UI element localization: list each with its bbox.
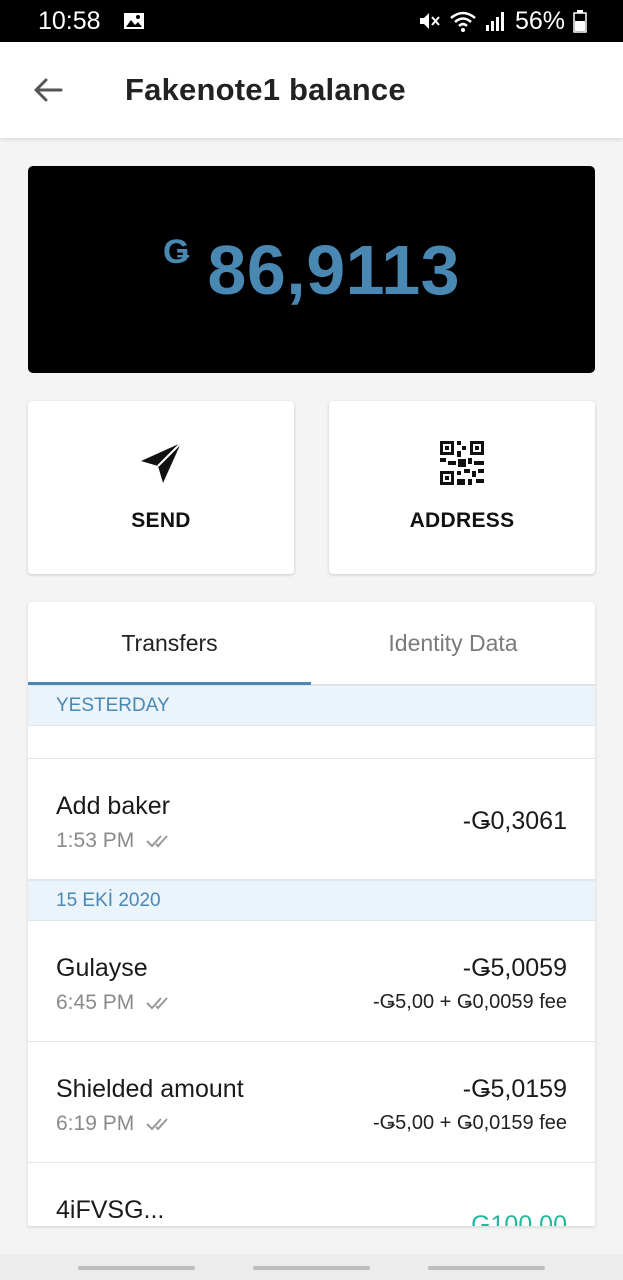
balance-amount: 86,9113	[207, 230, 461, 309]
transfer-name: Add baker	[56, 792, 170, 820]
nav-home-button[interactable]	[253, 1266, 370, 1270]
arrow-left-icon	[34, 78, 63, 102]
transfer-time: 6:45 PM	[56, 991, 174, 1015]
currency-symbol: Ǥ	[162, 233, 190, 271]
address-label: ADDRESS	[409, 509, 515, 532]
transfer-name: Shielded amount	[56, 1075, 244, 1103]
transfer-time: 1:53 PM	[56, 829, 174, 853]
list-item[interactable]: Shielded amount 6:19 PM -Ǥ5,0159 -Ǥ5,00 …	[28, 1042, 595, 1163]
mute-icon	[417, 9, 441, 33]
transfer-fee: -Ǥ5,00 + Ǥ0,0159 fee	[372, 1112, 567, 1134]
address-button[interactable]: ADDRESS	[329, 401, 595, 574]
back-button[interactable]	[30, 74, 66, 106]
send-label: SEND	[131, 509, 191, 532]
wifi-icon	[449, 9, 477, 33]
status-time: 10:58	[38, 6, 101, 35]
double-check-icon	[146, 833, 174, 849]
send-button[interactable]: SEND	[28, 401, 294, 574]
nav-recents-button[interactable]	[78, 1266, 195, 1270]
transfer-time-text: 6:19 PM	[56, 1112, 135, 1135]
nav-back-button[interactable]	[428, 1266, 545, 1270]
list-item[interactable]	[28, 726, 595, 759]
qr-code-icon	[438, 439, 486, 487]
transfer-amount: Ǥ100,00	[471, 1211, 567, 1226]
transfer-name: Gulayse	[56, 954, 148, 982]
gallery-icon	[123, 11, 145, 31]
tab-identity-data[interactable]: Identity Data	[311, 602, 595, 685]
tab-transfers[interactable]: Transfers	[28, 602, 311, 685]
transfer-amount: -Ǥ5,0159	[462, 1075, 567, 1103]
status-bar: 10:58 56%	[0, 0, 623, 42]
transfer-amount: -Ǥ0,3061	[462, 807, 567, 835]
battery-label: 56%	[514, 6, 565, 35]
double-check-icon	[146, 1116, 174, 1132]
transfer-time-text: 1:53 PM	[56, 829, 135, 852]
transfer-time-text: 6:45 PM	[56, 991, 135, 1014]
section-header: YESTERDAY	[28, 685, 595, 726]
battery-icon	[573, 9, 587, 33]
system-nav-bar	[0, 1254, 623, 1280]
transfer-amount: -Ǥ5,0059	[462, 954, 567, 982]
transfer-fee: -Ǥ5,00 + Ǥ0,0059 fee	[372, 991, 567, 1013]
double-check-icon	[146, 995, 174, 1011]
send-icon	[137, 439, 185, 487]
app-bar: Fakenote1 balance	[0, 42, 623, 138]
list-item[interactable]: Gulayse 6:45 PM -Ǥ5,0059 -Ǥ5,00 + Ǥ0,005…	[28, 921, 595, 1042]
transfer-time: 6:19 PM	[56, 1112, 174, 1136]
tab-bar: Transfers Identity Data	[28, 602, 595, 685]
transfer-name: 4iFVSG...	[56, 1196, 165, 1224]
list-item[interactable]: Add baker 1:53 PM -Ǥ0,3061	[28, 759, 595, 880]
section-header: 15 EKİ 2020	[28, 880, 595, 921]
balance-card: Ǥ 86,9113	[28, 166, 595, 373]
signal-icon	[485, 10, 507, 32]
page-title: Fakenote1 balance	[125, 72, 406, 107]
transfers-panel: Transfers Identity Data YESTERDAY Add ba…	[28, 602, 595, 1226]
list-item[interactable]: 4iFVSG... Ǥ100,00	[28, 1163, 595, 1226]
